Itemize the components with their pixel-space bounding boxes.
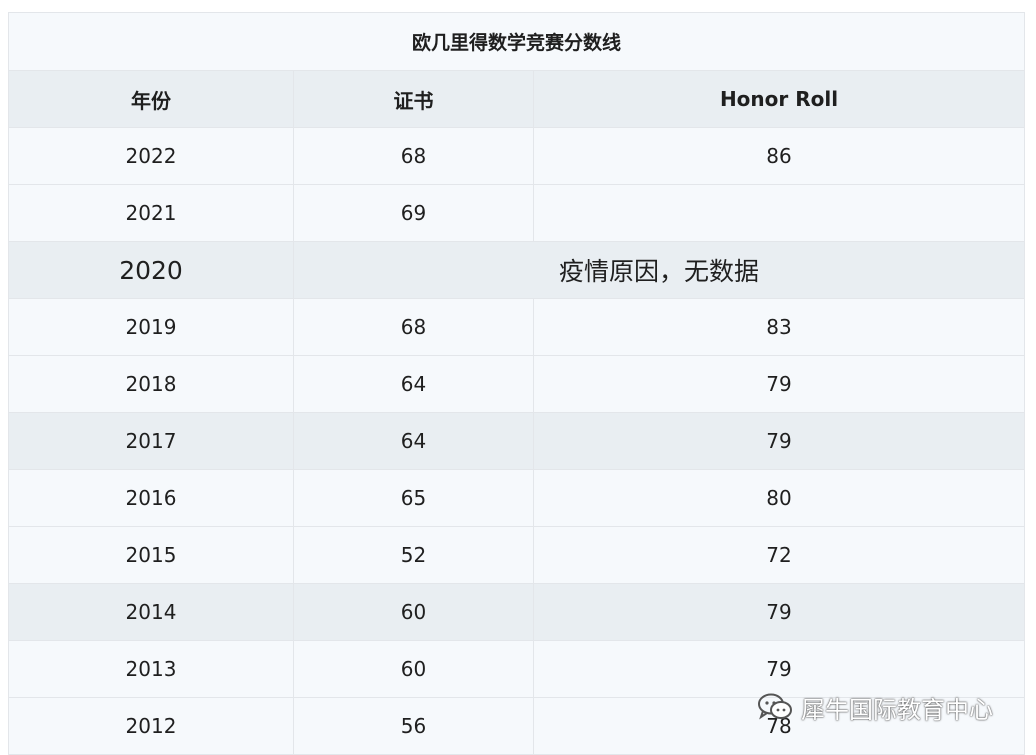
cell-certificate: 60 [293,583,534,641]
cell-honor-roll: 79 [532,412,1026,470]
cell-year: 2019 [8,298,294,356]
cell-year: 2016 [8,469,294,527]
table-row: 2020 疫情原因，无数据 [8,241,1026,299]
cell-certificate: 64 [293,355,534,413]
cell-year: 2020 [8,241,294,299]
watermark: 犀牛国际教育中心 [757,690,993,724]
cell-year: 2012 [8,697,294,755]
cell-year: 2021 [8,184,294,242]
cell-certificate: 68 [293,127,534,185]
cell-certificate: 56 [293,697,534,755]
cell-honor-roll: 72 [532,526,1026,584]
table-row: 2022 68 86 [8,127,1026,185]
score-table: 欧几里得数学竞赛分数线 年份 证书 Honor Roll 2022 68 86 … [7,12,1026,755]
table-row: 2015 52 72 [8,526,1026,584]
table-row: 2018 64 79 [8,355,1026,413]
table-title: 欧几里得数学竞赛分数线 [7,12,1026,71]
cell-certificate: 52 [293,526,534,584]
cell-year: 2014 [8,583,294,641]
cell-certificate: 65 [293,469,534,527]
cell-honor-roll [532,184,1026,242]
cell-year: 2018 [8,355,294,413]
wechat-icon [757,692,793,722]
score-table-container: 欧几里得数学竞赛分数线 年份 证书 Honor Roll 2022 68 86 … [7,12,1026,755]
cell-honor-roll: 86 [532,127,1026,185]
cell-year: 2022 [8,127,294,185]
header-year: 年份 [8,70,294,128]
cell-year: 2013 [8,640,294,698]
cell-certificate: 64 [293,412,534,470]
header-certificate: 证书 [293,70,534,128]
cell-year: 2017 [8,412,294,470]
table-row: 2019 68 83 [8,298,1026,356]
cell-honor-roll: 79 [532,355,1026,413]
cell-certificate: 60 [293,640,534,698]
header-honor-roll: Honor Roll [532,70,1026,128]
cell-year: 2015 [8,526,294,584]
table-row: 2016 65 80 [8,469,1026,527]
watermark-text: 犀牛国际教育中心 [801,695,993,724]
cell-honor-roll: 80 [532,469,1026,527]
table-header-row: 年份 证书 Honor Roll [8,70,1026,128]
table-row: 2021 69 [8,184,1026,242]
cell-honor-roll: 83 [532,298,1026,356]
cell-certificate: 69 [293,184,534,242]
table-row: 2014 60 79 [8,583,1026,641]
cell-honor-roll: 79 [532,583,1026,641]
table-row: 2017 64 79 [8,412,1026,470]
table-title-row: 欧几里得数学竞赛分数线 [7,12,1026,71]
cell-certificate: 68 [293,298,534,356]
cell-note: 疫情原因，无数据 [292,241,1026,299]
